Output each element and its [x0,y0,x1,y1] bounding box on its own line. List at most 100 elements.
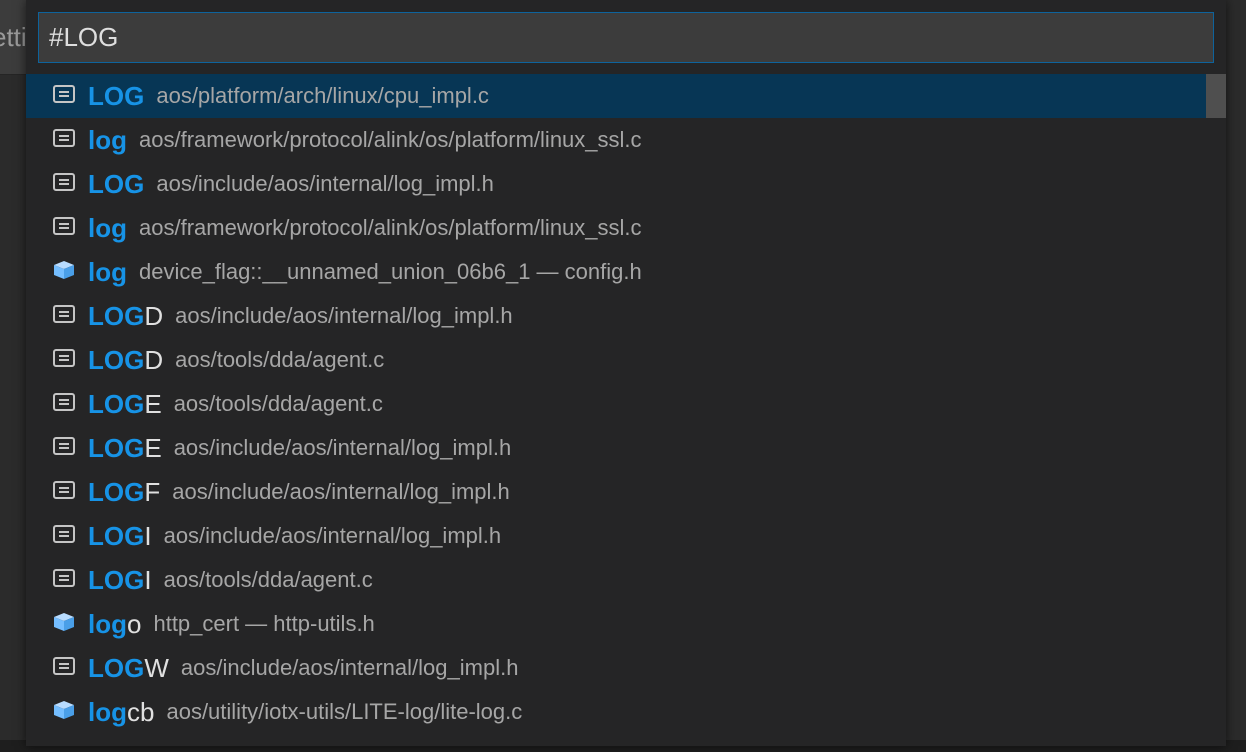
quick-open-input-container [38,12,1214,63]
result-name-match: LOG [88,432,145,463]
constant-icon [53,217,75,235]
result-name: log [88,257,127,288]
result-item[interactable]: LOGE aos/tools/dda/agent.c [26,382,1226,426]
result-label-group: log aos/framework/protocol/alink/os/platf… [88,206,642,250]
result-detail: aos/include/aos/internal/log_impl.h [173,435,512,460]
result-label-group: LOGW aos/include/aos/internal/log_impl.h [88,646,518,690]
result-name-rest: D [144,300,164,331]
result-label-group: log aos/framework/protocol/alink/os/platf… [88,118,642,162]
quick-open-widget: LOG aos/platform/arch/linux/cpu_impl.clog… [26,0,1226,746]
constant-icon [53,173,75,191]
result-item[interactable]: LOGI aos/include/aos/internal/log_impl.h [26,514,1226,558]
constant-icon [53,657,75,675]
result-label-group: LOGI aos/tools/dda/agent.c [88,558,373,602]
result-item[interactable]: LOGI aos/tools/dda/agent.c [26,558,1226,602]
result-label-group: LOGD aos/include/aos/internal/log_impl.h [88,294,513,338]
editor-tab-label: etti [0,22,27,52]
result-detail: aos/include/aos/internal/log_impl.h [172,479,510,504]
constant-icon [53,481,75,499]
result-name-match: LOG [88,344,145,375]
result-name: logo [88,609,141,640]
result-label-group: log device_flag::__unnamed_union_06b6_1 —… [88,250,642,294]
result-detail: aos/tools/dda/agent.c [175,347,385,372]
result-label-group: LOGI aos/include/aos/internal/log_impl.h [88,514,501,558]
result-item[interactable]: LOGW aos/include/aos/internal/log_impl.h [26,646,1226,690]
result-name-match: LOG [88,168,145,199]
result-item[interactable]: LOG aos/include/aos/internal/log_impl.h [26,162,1226,206]
result-name-match: log [88,608,127,639]
result-item[interactable]: LOGF aos/include/aos/internal/log_impl.h [26,470,1226,514]
result-name-rest: I [144,564,152,595]
quick-open-input[interactable] [38,12,1214,63]
result-name: LOGE [88,389,162,420]
result-item[interactable]: logo http_cert — http-utils.h [26,602,1226,646]
result-name-match: log [88,256,127,287]
constant-icon [53,129,75,147]
result-name: LOGD [88,301,163,332]
result-name: LOGE [88,433,162,464]
results-scrollbar[interactable] [1206,74,1226,118]
result-name: log [88,213,127,244]
result-label-group: LOGF aos/include/aos/internal/log_impl.h [88,470,510,514]
result-name-match: LOG [88,388,145,419]
result-name-match: LOG [88,476,145,507]
result-name-rest: F [144,476,161,507]
result-name-match: log [88,696,127,727]
result-name: LOGI [88,521,152,552]
result-label-group: LOGE aos/include/aos/internal/log_impl.h [88,426,511,470]
result-name-match: LOG [88,520,145,551]
result-detail: aos/framework/protocol/alink/os/platform… [139,215,642,240]
constant-icon [53,85,75,103]
result-label-group: LOGE aos/tools/dda/agent.c [88,382,383,426]
result-name-rest: D [144,344,164,375]
result-name-match: LOG [88,80,145,111]
result-label-group: logo http_cert — http-utils.h [88,602,375,646]
constant-icon [53,569,75,587]
result-name: LOG [88,81,144,112]
field-icon [54,261,74,279]
result-label-group: LOG aos/include/aos/internal/log_impl.h [88,162,494,206]
result-name-match: LOG [88,564,145,595]
constant-icon [53,393,75,411]
result-item[interactable]: LOGD aos/include/aos/internal/log_impl.h [26,294,1226,338]
result-label-group: LOG aos/platform/arch/linux/cpu_impl.c [88,74,489,118]
result-item[interactable]: logcb aos/utility/iotx-utils/LITE-log/lit… [26,690,1226,734]
quick-open-results-list: LOG aos/platform/arch/linux/cpu_impl.clog… [26,74,1226,734]
result-name: logcb [88,697,154,728]
result-detail: aos/include/aos/internal/log_impl.h [175,303,513,328]
result-name-match: log [88,212,127,243]
result-name: LOGI [88,565,152,596]
constant-icon [53,349,75,367]
result-label-group: logcb aos/utility/iotx-utils/LITE-log/lit… [88,690,522,734]
result-name: LOGF [88,477,160,508]
result-name-match: log [88,124,127,155]
result-item[interactable]: log aos/framework/protocol/alink/os/platf… [26,206,1226,250]
result-name-rest: cb [127,696,155,727]
result-name-match: LOG [88,652,145,683]
result-item[interactable]: LOGE aos/include/aos/internal/log_impl.h [26,426,1226,470]
result-name-rest: E [144,388,162,419]
result-name-match: LOG [88,300,145,331]
result-name-rest: I [144,520,152,551]
result-name-rest: E [144,432,162,463]
result-item[interactable]: LOG aos/platform/arch/linux/cpu_impl.c [26,74,1226,118]
result-detail: aos/tools/dda/agent.c [173,391,383,416]
result-item[interactable]: LOGD aos/tools/dda/agent.c [26,338,1226,382]
result-label-group: LOGD aos/tools/dda/agent.c [88,338,384,382]
result-detail: aos/include/aos/internal/log_impl.h [163,523,502,548]
constant-icon [53,525,75,543]
constant-icon [53,437,75,455]
result-detail: device_flag::__unnamed_union_06b6_1 — co… [139,259,642,284]
field-icon [54,613,74,631]
field-icon [54,701,74,719]
result-name-rest: o [127,608,142,639]
result-name: log [88,125,127,156]
result-item[interactable]: log device_flag::__unnamed_union_06b6_1 —… [26,250,1226,294]
constant-icon [53,305,75,323]
result-name: LOG [88,169,144,200]
result-detail: aos/include/aos/internal/log_impl.h [180,655,519,680]
result-item[interactable]: log aos/framework/protocol/alink/os/platf… [26,118,1226,162]
result-name: LOGD [88,345,163,376]
result-name: LOGW [88,653,169,684]
result-detail: aos/tools/dda/agent.c [163,567,373,592]
